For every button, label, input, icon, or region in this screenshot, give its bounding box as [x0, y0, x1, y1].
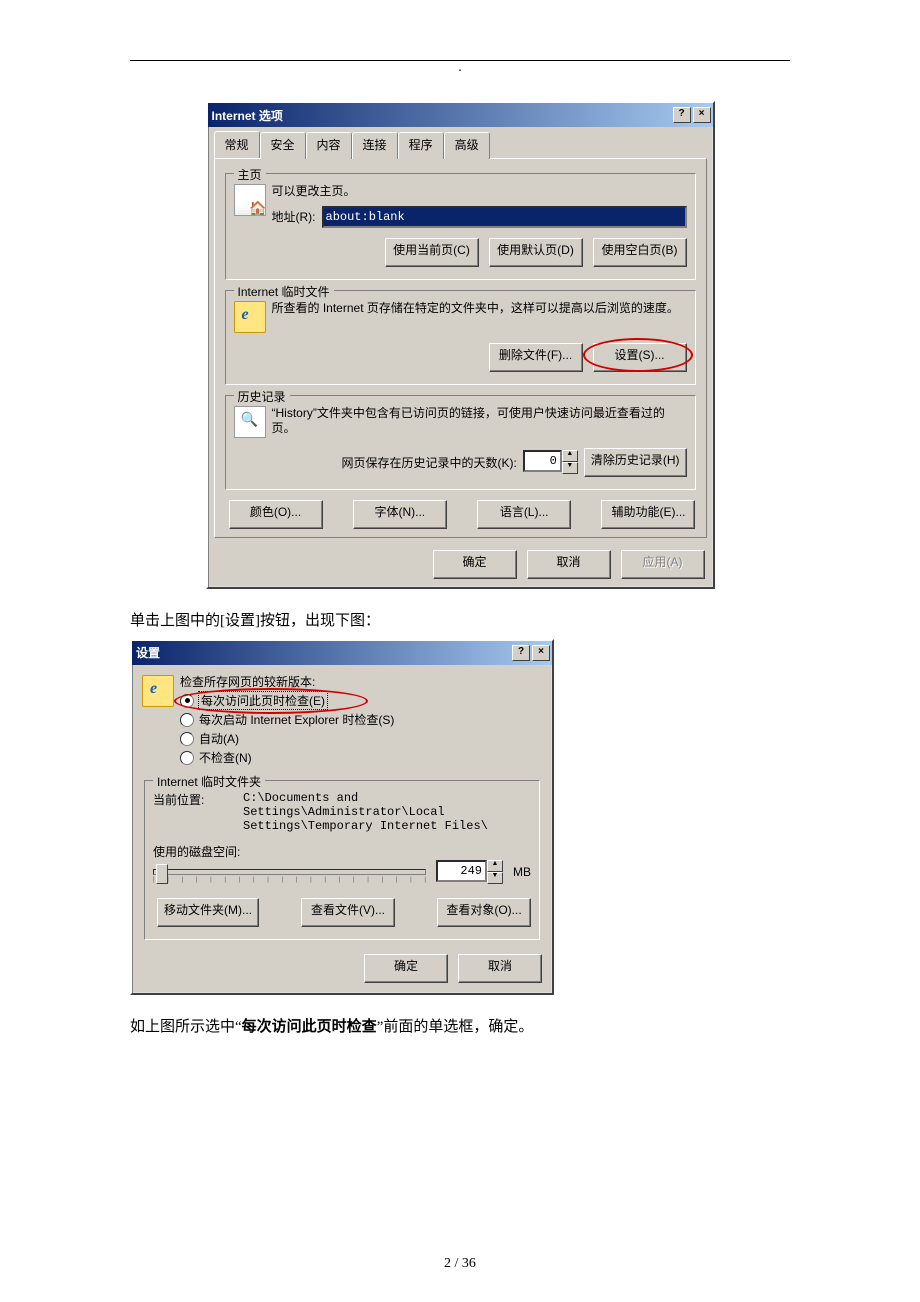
use-blank-button[interactable]: 使用空白页(B)	[593, 238, 687, 267]
radio-icon	[180, 732, 194, 746]
caption-2: 如上图所示选中“每次访问此页时检查”前面的单选框，确定。	[130, 1015, 790, 1039]
close-icon[interactable]: ×	[693, 107, 711, 123]
titlebar: Internet 选项 ? ×	[208, 103, 713, 127]
spinner-down-icon[interactable]: ▼	[562, 462, 578, 474]
spinner-up-icon[interactable]: ▲	[562, 450, 578, 462]
radio-every-start[interactable]: 每次启动 Internet Explorer 时检查(S)	[180, 711, 542, 728]
settings-button[interactable]: 设置(S)...	[593, 343, 687, 372]
history-legend: 历史记录	[234, 388, 290, 405]
tab-advanced[interactable]: 高级	[444, 132, 490, 159]
tab-security[interactable]: 安全	[260, 132, 306, 159]
temp-files-groupbox: Internet 临时文件 所查看的 Internet 页存储在特定的文件夹中，…	[225, 290, 696, 385]
temp-legend: Internet 临时文件	[234, 283, 334, 300]
temp-folder-legend: Internet 临时文件夹	[153, 773, 265, 790]
close-icon[interactable]: ×	[532, 645, 550, 661]
tab-connections[interactable]: 连接	[352, 132, 398, 159]
settings-dialog: 设置 ? × 检查所存网页的较新版本: 每次访问此页时检查(E) 每次启动 In…	[130, 639, 554, 996]
cancel-button[interactable]: 取消	[527, 550, 611, 579]
titlebar: 设置 ? ×	[132, 641, 552, 665]
tab-content[interactable]: 内容	[306, 132, 352, 159]
history-days-value[interactable]: 0	[523, 450, 562, 472]
address-label: 地址(R):	[272, 208, 316, 225]
use-current-button[interactable]: 使用当前页(C)	[385, 238, 479, 267]
clear-history-button[interactable]: 清除历史记录(H)	[584, 448, 687, 477]
current-location-value: C:\Documents and Settings\Administrator\…	[243, 791, 531, 833]
internet-options-dialog: Internet 选项 ? × 常规 安全 内容 连接 程序 高级 主页 可以更…	[206, 101, 715, 589]
history-icon	[234, 406, 266, 438]
slider-ticks: ||||||||||||||||||||	[153, 877, 426, 883]
caption-1: 单击上图中的[设置]按钮，出现下图：	[130, 609, 790, 633]
home-groupbox: 主页 可以更改主页。 地址(R): about:blank 使用当前页(C) 使…	[225, 173, 696, 280]
move-folder-button[interactable]: 移动文件夹(M)...	[157, 898, 259, 927]
check-newer-label: 检查所存网页的较新版本:	[180, 675, 542, 691]
tabs-row: 常规 安全 内容 连接 程序 高级	[208, 127, 713, 158]
radio-label: 不检查(N)	[199, 749, 252, 766]
cancel-button[interactable]: 取消	[458, 954, 542, 983]
settings-body: 检查所存网页的较新版本: 每次访问此页时检查(E) 每次启动 Internet …	[132, 665, 552, 994]
spinner-down-icon[interactable]: ▼	[487, 872, 503, 884]
accessibility-button[interactable]: 辅助功能(E)...	[601, 500, 695, 529]
radio-label: 每次访问此页时检查(E)	[199, 692, 327, 709]
address-input[interactable]: about:blank	[322, 206, 687, 228]
fonts-button[interactable]: 字体(N)...	[353, 500, 447, 529]
view-files-button[interactable]: 查看文件(V)...	[301, 898, 395, 927]
tab-pane-general: 主页 可以更改主页。 地址(R): about:blank 使用当前页(C) 使…	[214, 158, 707, 538]
radio-icon	[180, 713, 194, 727]
ie-cache-icon	[142, 675, 174, 707]
ok-button[interactable]: 确定	[364, 954, 448, 983]
dialog-title: Internet 选项	[212, 107, 671, 124]
history-groupbox: 历史记录 “History”文件夹中包含有已访问页的链接，可使用户快速访问最近查…	[225, 395, 696, 490]
home-legend: 主页	[234, 166, 266, 183]
radio-never[interactable]: 不检查(N)	[180, 749, 542, 766]
history-days-spinner[interactable]: 0 ▲ ▼	[523, 450, 578, 474]
disk-space-spinner[interactable]: 249 ▲ ▼	[436, 860, 503, 884]
tab-programs[interactable]: 程序	[398, 132, 444, 159]
radio-auto[interactable]: 自动(A)	[180, 730, 542, 747]
tab-general[interactable]: 常规	[214, 131, 260, 158]
page-number: 2 / 36	[0, 1256, 920, 1272]
disk-space-unit: MB	[513, 865, 531, 879]
history-desc: “History”文件夹中包含有已访问页的链接，可使用户快速访问最近查看过的页。	[272, 406, 687, 437]
history-days-label: 网页保存在历史记录中的天数(K):	[341, 454, 516, 471]
help-icon[interactable]: ?	[673, 107, 691, 123]
current-location-label: 当前位置:	[153, 791, 223, 808]
radio-icon	[180, 694, 194, 708]
view-objects-button[interactable]: 查看对象(O)...	[437, 898, 531, 927]
caption-2-bold: 每次访问此页时检查	[242, 1019, 377, 1035]
ok-button[interactable]: 确定	[433, 550, 517, 579]
caption-2-post: ”前面的单选框，确定。	[377, 1019, 534, 1035]
delete-files-button[interactable]: 删除文件(F)...	[489, 343, 583, 372]
radio-icon	[180, 751, 194, 765]
temp-desc: 所查看的 Internet 页存储在特定的文件夹中，这样可以提高以后浏览的速度。	[272, 301, 687, 317]
slider-thumb[interactable]	[156, 864, 168, 884]
spinner-up-icon[interactable]: ▲	[487, 860, 503, 872]
languages-button[interactable]: 语言(L)...	[477, 500, 571, 529]
home-icon	[234, 184, 266, 216]
temp-folder-groupbox: Internet 临时文件夹 当前位置: C:\Documents and Se…	[144, 780, 540, 940]
ie-cache-icon	[234, 301, 266, 333]
colors-button[interactable]: 颜色(O)...	[229, 500, 323, 529]
home-desc: 可以更改主页。	[272, 184, 687, 200]
use-default-button[interactable]: 使用默认页(D)	[489, 238, 583, 267]
disk-space-slider[interactable]	[153, 869, 426, 875]
document-page: . Internet 选项 ? × 常规 安全 内容 连接 程序 高级 主页 可…	[0, 0, 920, 1302]
disk-space-label: 使用的磁盘空间:	[153, 843, 531, 860]
caption-2-pre: 如上图所示选中“	[130, 1019, 242, 1035]
header-period: .	[458, 60, 462, 76]
apply-button[interactable]: 应用(A)	[621, 550, 705, 579]
radio-label: 自动(A)	[199, 730, 239, 747]
dialog-title: 设置	[136, 644, 510, 661]
radio-every-visit[interactable]: 每次访问此页时检查(E)	[180, 692, 542, 709]
disk-space-value[interactable]: 249	[436, 860, 487, 882]
radio-label: 每次启动 Internet Explorer 时检查(S)	[199, 711, 394, 728]
help-icon[interactable]: ?	[512, 645, 530, 661]
